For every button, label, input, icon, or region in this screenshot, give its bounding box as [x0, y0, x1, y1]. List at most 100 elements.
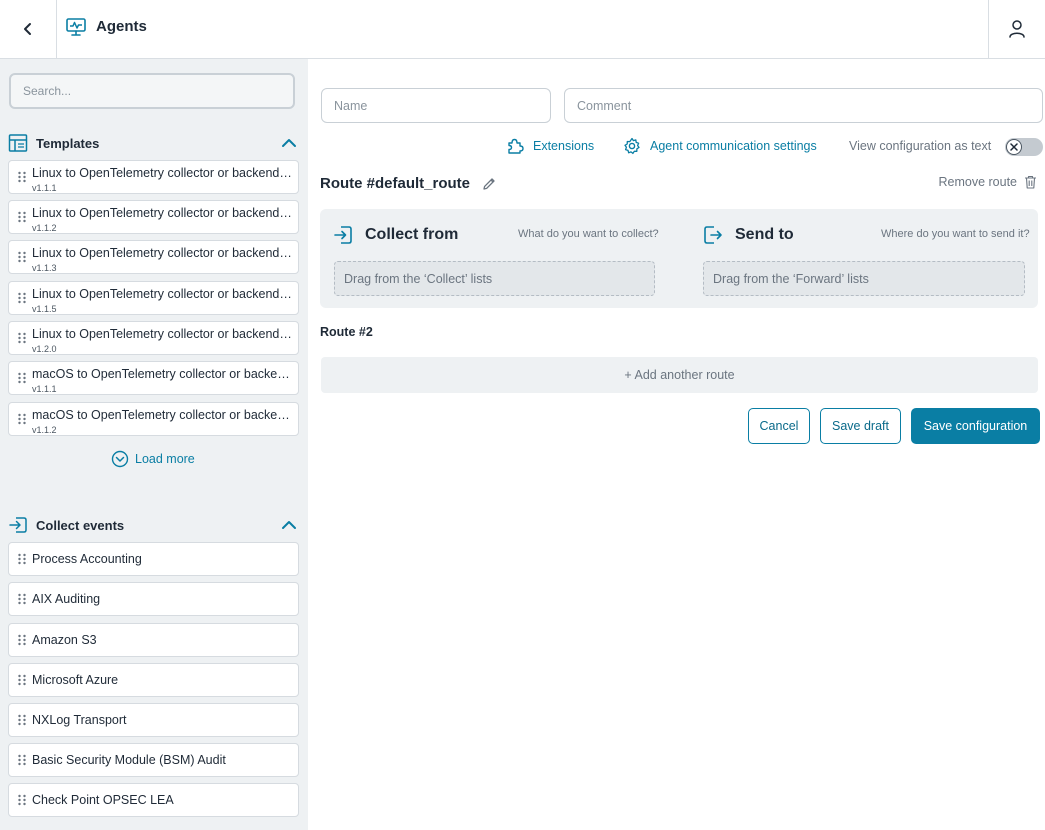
collect-event-label: Basic Security Module (BSM) Audit [32, 753, 226, 767]
load-more-button[interactable]: Load more [111, 450, 195, 468]
drag-handle-icon [18, 674, 26, 686]
drag-handle-icon [18, 714, 26, 726]
template-version: v1.1.2 [32, 223, 57, 233]
collect-from-hint: What do you want to collect? [518, 228, 659, 240]
agent-communication-settings-label: Agent communication settings [650, 139, 817, 153]
collect-event-item[interactable]: Amazon S3 [8, 623, 299, 657]
template-item[interactable]: Linux to OpenTelemetry collector or back… [8, 281, 299, 315]
template-item[interactable]: Linux to OpenTelemetry collector or back… [8, 160, 299, 194]
send-to-hint: Where do you want to send it? [881, 228, 1030, 240]
trash-icon [1025, 175, 1036, 189]
template-item[interactable]: Linux to OpenTelemetry collector or back… [8, 200, 299, 234]
send-to-title: Send to [735, 226, 794, 243]
cancel-button[interactable]: Cancel [748, 408, 810, 444]
template-version: v1.1.1 [32, 384, 57, 394]
templates-collapse-button[interactable] [280, 134, 298, 152]
template-version: v1.2.0 [32, 344, 57, 354]
route-2-title: Route #2 [320, 325, 373, 339]
send-to-header: Send to [703, 224, 794, 246]
collect-icon [9, 517, 27, 533]
chevron-up-icon [282, 521, 296, 529]
comment-input[interactable] [564, 88, 1043, 123]
collect-event-item[interactable]: AIX Auditing [8, 582, 299, 616]
templates-title: Templates [36, 135, 100, 151]
monitor-pulse-icon [66, 18, 86, 36]
send-icon [704, 226, 722, 244]
load-more-label: Load more [135, 452, 195, 466]
drag-handle-icon [18, 332, 26, 344]
page-title: Agents [96, 18, 147, 35]
template-title: macOS to OpenTelemetry collector or back… [32, 408, 294, 422]
main-panel: Extensions Agent communication settings … [308, 59, 1045, 830]
view-as-text-toggle[interactable] [1005, 138, 1043, 156]
save-draft-button[interactable]: Save draft [820, 408, 901, 444]
collect-from-header: Collect from [333, 224, 458, 246]
drag-handle-icon [18, 413, 26, 425]
collect-event-item[interactable]: Process Accounting [8, 542, 299, 576]
drag-handle-icon [18, 794, 26, 806]
agent-communication-settings-link[interactable]: Agent communication settings [623, 137, 817, 155]
puzzle-icon [508, 138, 524, 154]
collect-event-item[interactable]: Microsoft Azure [8, 663, 299, 697]
drag-handle-icon [18, 754, 26, 766]
user-menu-button[interactable] [988, 0, 1045, 58]
route-title: Route #default_route [320, 175, 471, 192]
template-title: Linux to OpenTelemetry collector or back… [32, 287, 294, 301]
save-configuration-button[interactable]: Save configuration [911, 408, 1040, 444]
back-button[interactable] [0, 0, 57, 58]
extensions-label: Extensions [533, 139, 595, 153]
template-version: v1.1.1 [32, 183, 57, 193]
collect-event-item[interactable]: NXLog Transport [8, 703, 299, 737]
view-configuration-as-text-label: View configuration as text [849, 139, 992, 153]
template-title: Linux to OpenTelemetry collector or back… [32, 206, 294, 220]
collect-event-label: NXLog Transport [32, 713, 127, 727]
route-box: Collect from What do you want to collect… [320, 209, 1038, 308]
collect-event-label: AIX Auditing [32, 592, 101, 606]
sidebar: Templates Linux to OpenTelemetry collect… [0, 59, 308, 830]
collect-drop-zone[interactable]: Drag from the ‘Collect’ lists [334, 261, 655, 296]
extensions-link[interactable]: Extensions [506, 137, 594, 155]
chevron-left-icon [24, 23, 31, 35]
drag-handle-icon [18, 634, 26, 646]
send-drop-zone[interactable]: Drag from the ‘Forward’ lists [703, 261, 1025, 296]
chevron-up-icon [282, 139, 296, 147]
collect-from-title: Collect from [365, 226, 459, 243]
template-item[interactable]: macOS to OpenTelemetry collector or back… [8, 402, 299, 436]
templates-section-header: Templates [8, 132, 298, 154]
template-item[interactable]: Linux to OpenTelemetry collector or back… [8, 321, 299, 355]
collect-icon [334, 226, 352, 244]
drag-handle-icon [18, 372, 26, 384]
collect-event-item[interactable]: Check Point OPSEC LEA [8, 783, 299, 817]
collect-events-collapse-button[interactable] [280, 516, 298, 534]
drag-handle-icon [18, 593, 26, 605]
template-title: Linux to OpenTelemetry collector or back… [32, 246, 294, 260]
add-route-button[interactable]: + Add another route [321, 357, 1038, 393]
remove-route-button[interactable]: Remove route [938, 175, 1037, 189]
drag-handle-icon [18, 171, 26, 183]
collect-events-section-header: Collect events [8, 514, 298, 536]
template-item[interactable]: macOS to OpenTelemetry collector or back… [8, 361, 299, 395]
template-title: Linux to OpenTelemetry collector or back… [32, 166, 294, 180]
user-icon [1009, 20, 1025, 38]
gear-icon [624, 137, 640, 155]
remove-route-label: Remove route [938, 175, 1017, 189]
collect-events-title: Collect events [36, 517, 125, 533]
drag-handle-icon [18, 211, 26, 223]
chevron-down-circle-icon [111, 450, 129, 468]
template-version: v1.1.5 [32, 304, 57, 314]
toggle-knob [1006, 139, 1022, 155]
collect-event-label: Amazon S3 [32, 633, 97, 647]
close-icon [1010, 143, 1018, 151]
template-item[interactable]: Linux to OpenTelemetry collector or back… [8, 240, 299, 274]
name-input[interactable] [321, 88, 551, 123]
search-input[interactable] [9, 73, 295, 109]
pencil-icon[interactable] [481, 176, 497, 192]
collect-event-item[interactable]: Basic Security Module (BSM) Audit [8, 743, 299, 777]
drag-handle-icon [18, 292, 26, 304]
app-header: Agents [0, 0, 1045, 59]
drag-handle-icon [18, 553, 26, 565]
template-title: macOS to OpenTelemetry collector or back… [32, 367, 294, 381]
collect-event-label: Check Point OPSEC LEA [32, 793, 174, 807]
template-title: Linux to OpenTelemetry collector or back… [32, 327, 294, 341]
template-version: v1.1.2 [32, 425, 57, 435]
